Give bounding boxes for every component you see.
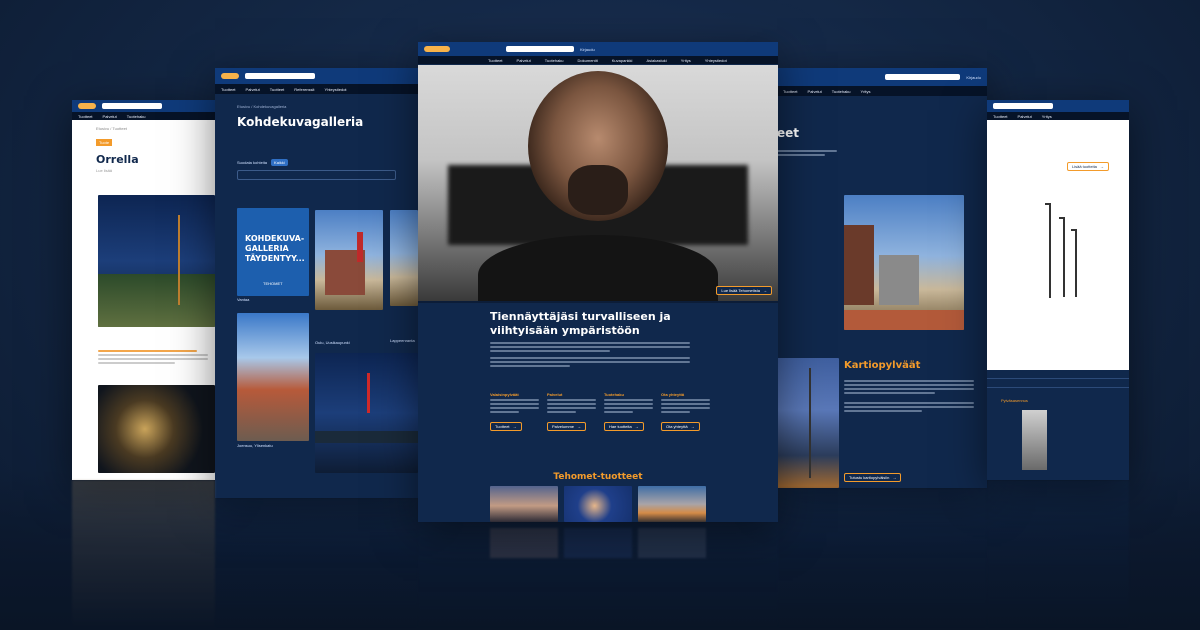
search-input[interactable] <box>993 103 1053 109</box>
card-line-2: GALLERIA <box>245 244 289 253</box>
accordion-section-label: Pylväsasennus <box>1001 398 1028 403</box>
column-button[interactable]: Palvelumme → <box>547 422 587 431</box>
street-photo[interactable] <box>237 313 309 441</box>
feature-column: Ota yhteyttä Ota yhteyttä → <box>661 392 710 433</box>
tehomet-logo <box>221 73 239 79</box>
site-nav: Tuotteet Palvelut Tuotehaku <box>72 112 215 120</box>
gallery-caption: Vantaa <box>237 297 250 302</box>
page-subtitle: Lue lisää <box>96 168 113 173</box>
column-title: Palvelut <box>547 392 563 397</box>
arrow-right-icon: → <box>892 475 897 480</box>
nav-item[interactable]: Yhteystiedot <box>705 58 727 63</box>
feature-column: Tuotehaku Hae tuotteita → <box>604 392 653 433</box>
page-home: Kirjaudu Tuotteet Palvelut Tuotehaku Dok… <box>418 42 778 522</box>
card-line-1: KOHDEKUVA- <box>245 234 305 243</box>
nav-item[interactable]: Palvelut <box>517 58 531 63</box>
kartio-button[interactable]: Tutustu kartiopylväisiin → <box>844 473 902 482</box>
nav-item[interactable]: Tuotehaku <box>545 58 564 63</box>
column-title: Ota yhteyttä <box>661 392 685 397</box>
church-photo[interactable] <box>315 210 383 310</box>
page-kartiopylvaat: Kirjaudu Tuotteet Palvelut Tuotehaku Yritys… <box>777 68 987 488</box>
page-title: Orrella <box>96 153 139 166</box>
arrow-right-icon: → <box>1099 164 1104 169</box>
hero-divider <box>418 301 778 303</box>
building-street-photo <box>844 195 964 330</box>
street-photo-partial[interactable] <box>390 210 418 306</box>
gallery-caption: Oulu, Uusikaupunki <box>315 340 350 345</box>
park-night-photo <box>98 195 215 327</box>
page-title: Kohdekuvagalleria <box>237 115 364 129</box>
reflection-center <box>418 522 778 630</box>
headline-line-2: viihtyisään ympäristöön <box>490 324 640 337</box>
arrow-right-icon: → <box>577 424 582 429</box>
column-title: Valaisinpylväät <box>490 392 519 397</box>
tehomet-logo <box>424 46 450 52</box>
page-orrella: Tuotteet Palvelut Tuotehaku Etusivu / Tuot… <box>72 100 215 480</box>
main-nav: Tuotteet Palvelut Tuotehaku Dokumentit K… <box>418 56 778 64</box>
feature-columns: Valaisinpylväät Tuotteet → Palvelut Palve… <box>490 392 710 433</box>
nav-item[interactable]: Asiakastuki <box>646 58 666 63</box>
reflection-right <box>987 480 1129 630</box>
product-photo-2[interactable] <box>564 486 632 522</box>
search-input[interactable] <box>102 103 162 109</box>
reflection-right-mid <box>777 488 987 630</box>
products-title: Tehomet-tuotteet <box>553 472 643 482</box>
arrow-right-icon: → <box>634 424 639 429</box>
nav-item[interactable]: Kuvapankki <box>612 58 633 63</box>
nav-item[interactable]: Dokumentit <box>578 58 598 63</box>
reflection-left-mid <box>215 498 418 630</box>
pole-product-image <box>1037 195 1087 305</box>
section-title-fragment: eet <box>777 126 800 140</box>
search-input[interactable] <box>245 73 315 79</box>
arrow-right-icon: → <box>512 424 517 429</box>
card-logo: TEHOMET <box>263 281 283 286</box>
column-button[interactable]: Hae tuotteita → <box>604 422 644 431</box>
bridge-night-photo[interactable] <box>315 353 418 473</box>
headline-line-1: Tiennäyttäjäsi turvalliseen ja <box>490 310 671 323</box>
accordion[interactable]: Pylväsasennus <box>987 370 1129 480</box>
tehomet-logo <box>78 103 96 109</box>
hero-portrait-image: Lue lisää Tehometista → <box>418 65 778 301</box>
search-input[interactable] <box>885 74 961 80</box>
site-nav: Tuotteet Palvelut Tuotteet Referenssit Yhtey… <box>215 84 418 94</box>
gallery-caption: Joensuu, Ylisenkatu <box>237 443 273 448</box>
arrow-right-icon: → <box>763 288 767 293</box>
column-title: Tuotehaku <box>604 392 624 397</box>
kartio-pole-photo <box>777 358 839 488</box>
aerial-bridge-photo <box>98 385 215 473</box>
breadcrumb: Etusivu / Tuotteet <box>96 126 127 131</box>
lang-link[interactable]: Kirjaudu <box>580 47 595 52</box>
filter-bar[interactable] <box>237 170 396 180</box>
hero-button[interactable]: Lue lisää Tehometista → <box>716 286 772 295</box>
feature-column: Palvelut Palvelumme → <box>547 392 596 433</box>
page-kohdekuvagalleria: Tuotteet Palvelut Tuotteet Referenssit Yhtey… <box>215 68 418 498</box>
column-button[interactable]: Ota yhteyttä → <box>661 422 700 431</box>
gallery-caption: Lappeenranta <box>390 338 415 343</box>
feature-column: Valaisinpylväät Tuotteet → <box>490 392 539 433</box>
more-products-button[interactable]: Lisää tuotteita → <box>1067 162 1109 171</box>
site-nav: Tuotteet Palvelut Yritys <box>987 112 1129 120</box>
filter-label: Suodata kohteita <box>237 160 268 165</box>
breadcrumb: Etusivu / Kohdekuvagalleria <box>237 104 287 109</box>
headline: Tiennäyttäjäsi turvalliseen ja viihtyisä… <box>490 310 671 338</box>
search-input[interactable] <box>506 46 574 52</box>
foundation-image <box>1022 410 1047 470</box>
nav-item[interactable]: Tuotteet <box>488 58 503 63</box>
nav-item[interactable]: Yritys <box>681 58 691 63</box>
product-photo-1[interactable] <box>490 486 558 522</box>
product-photo-3[interactable] <box>638 486 706 522</box>
category-tag: Tuote <box>96 139 113 146</box>
site-nav: Tuotteet Palvelut Tuotehaku Yritys <box>777 86 987 96</box>
site-header <box>72 100 215 112</box>
filter-badge[interactable]: Kaikki <box>271 159 288 166</box>
section-title: Kartiopylväät <box>844 360 921 371</box>
page-product: Tuotteet Palvelut Yritys Lisää tuotteita → … <box>987 100 1129 480</box>
arrow-right-icon: → <box>690 424 695 429</box>
gallery-placeholder-card[interactable]: KOHDEKUVA- GALLERIA TÄYDENTYY... TEHOMET <box>237 208 309 296</box>
card-line-3: TÄYDENTYY... <box>245 254 305 263</box>
site-header: Kirjaudu <box>418 42 778 56</box>
column-button[interactable]: Tuotteet → <box>490 422 522 431</box>
reflection-left <box>72 480 215 630</box>
